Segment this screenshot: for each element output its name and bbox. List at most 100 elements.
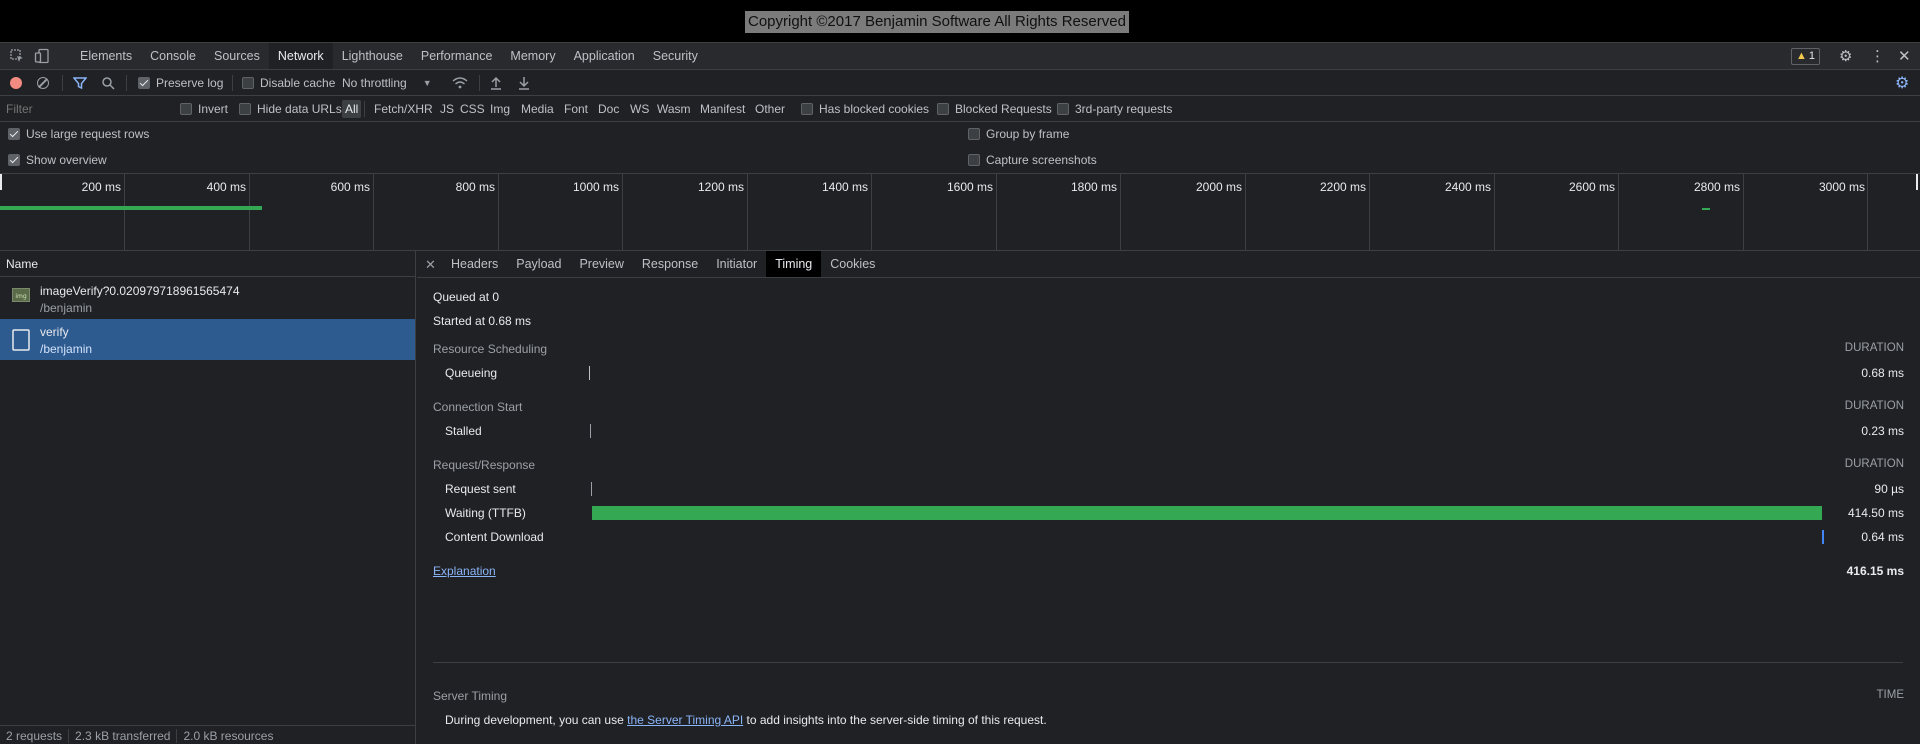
tab-memory[interactable]: Memory bbox=[501, 43, 564, 69]
warning-icon: ▲ bbox=[1796, 50, 1807, 62]
tab-sources[interactable]: Sources bbox=[205, 43, 269, 69]
invert-checkbox[interactable]: Invert bbox=[180, 96, 228, 122]
blocked-requests-checkbox[interactable]: Blocked Requests bbox=[937, 96, 1052, 122]
tab-cookies[interactable]: Cookies bbox=[821, 251, 884, 277]
wifi-icon bbox=[452, 77, 468, 89]
network-overview[interactable]: 200 ms 400 ms 600 ms 800 ms 1000 ms 1200… bbox=[0, 174, 1920, 251]
queued-at: Queued at 0 bbox=[433, 290, 500, 304]
transferred-size: 2.3 kB transferred bbox=[69, 728, 178, 743]
disable-cache-checkbox[interactable]: Disable cache bbox=[242, 70, 335, 96]
tab-headers[interactable]: Headers bbox=[442, 251, 507, 277]
issues-badge[interactable]: ▲ 1 bbox=[1791, 48, 1821, 65]
tab-network[interactable]: Network bbox=[268, 43, 333, 69]
request-row-selected[interactable]: verify /benjamin bbox=[0, 319, 415, 360]
network-settings-button[interactable]: ⚙ bbox=[1895, 70, 1909, 96]
request-path: /benjamin bbox=[40, 301, 93, 315]
request-sent-bar bbox=[591, 482, 592, 496]
detail-tabs: Headers Payload Preview Response Initiat… bbox=[442, 251, 884, 277]
blocked-requests-check bbox=[937, 103, 949, 115]
total-duration: 416.15 ms bbox=[1846, 564, 1904, 578]
filter-type-js[interactable]: JS bbox=[437, 100, 457, 118]
server-timing-text-before: During development, you can use bbox=[445, 713, 624, 727]
overview-gridline bbox=[373, 174, 374, 251]
tab-payload[interactable]: Payload bbox=[507, 251, 570, 277]
more-options-icon[interactable]: ⋮ bbox=[1870, 47, 1885, 65]
filter-type-img[interactable]: Img bbox=[487, 100, 513, 118]
import-har-button[interactable] bbox=[490, 70, 502, 96]
settings-gear-icon[interactable]: ⚙ bbox=[1839, 47, 1852, 65]
document-file-icon bbox=[12, 329, 30, 354]
waiting-ttfb-bar bbox=[592, 506, 1822, 520]
explanation-link[interactable]: Explanation bbox=[433, 564, 496, 578]
export-har-button[interactable] bbox=[518, 70, 530, 96]
tab-security[interactable]: Security bbox=[644, 43, 707, 69]
clear-icon bbox=[37, 77, 49, 89]
main-tab-bar: Elements Console Sources Network Lightho… bbox=[0, 43, 1920, 70]
image-file-icon: img bbox=[12, 288, 30, 305]
filter-type-media[interactable]: Media bbox=[518, 100, 557, 118]
filter-toggle-button[interactable] bbox=[73, 70, 87, 96]
hide-data-urls-checkbox[interactable]: Hide data URLs bbox=[239, 96, 342, 122]
search-icon bbox=[102, 77, 115, 90]
request-list: Name img imageVerify?0.02097971896156547… bbox=[0, 251, 416, 744]
overview-gridline bbox=[1369, 174, 1370, 251]
filter-type-all[interactable]: All bbox=[342, 100, 362, 118]
tab-performance[interactable]: Performance bbox=[412, 43, 502, 69]
connection-start-heading: Connection Start bbox=[433, 400, 523, 414]
filter-type-doc[interactable]: Doc bbox=[595, 100, 622, 118]
tab-application[interactable]: Application bbox=[565, 43, 644, 69]
show-overview-checkbox[interactable]: Show overview bbox=[8, 153, 107, 167]
content-download-label: Content Download bbox=[445, 530, 544, 544]
name-column-header[interactable]: Name bbox=[0, 251, 415, 277]
third-party-checkbox[interactable]: 3rd-party requests bbox=[1057, 96, 1172, 122]
overview-gridline bbox=[996, 174, 997, 251]
disable-cache-check bbox=[242, 77, 254, 89]
network-conditions-button[interactable] bbox=[452, 70, 468, 96]
request-detail-panel: ✕ Headers Payload Preview Response Initi… bbox=[417, 251, 1920, 744]
inspect-element-icon[interactable] bbox=[9, 48, 25, 64]
tab-initiator[interactable]: Initiator bbox=[707, 251, 766, 277]
filter-input[interactable] bbox=[0, 99, 166, 119]
tab-console[interactable]: Console bbox=[141, 43, 205, 69]
group-by-frame-checkbox[interactable]: Group by frame bbox=[968, 127, 1069, 141]
overview-gridline bbox=[1618, 174, 1619, 251]
filter-type-wasm[interactable]: Wasm bbox=[654, 100, 694, 118]
overview-gridline bbox=[871, 174, 872, 251]
close-detail-icon[interactable]: ✕ bbox=[425, 257, 436, 273]
filter-type-other[interactable]: Other bbox=[752, 100, 788, 118]
overview-tick-label: 200 ms bbox=[81, 180, 121, 194]
capture-screenshots-checkbox[interactable]: Capture screenshots bbox=[968, 153, 1097, 167]
clear-button[interactable] bbox=[37, 70, 49, 96]
preserve-log-checkbox[interactable]: Preserve log bbox=[138, 70, 223, 96]
filter-type-fetch-xhr[interactable]: Fetch/XHR bbox=[371, 100, 436, 118]
close-devtools-icon[interactable]: ✕ bbox=[1898, 47, 1911, 65]
hide-data-urls-label: Hide data URLs bbox=[257, 102, 342, 116]
toolbar-divider bbox=[62, 75, 63, 91]
device-toolbar-icon[interactable] bbox=[34, 48, 50, 64]
overview-gridline bbox=[498, 174, 499, 251]
tab-timing[interactable]: Timing bbox=[766, 251, 822, 277]
filter-type-css[interactable]: CSS bbox=[457, 100, 488, 118]
resources-size: 2.0 kB resources bbox=[183, 728, 274, 743]
record-button[interactable] bbox=[10, 70, 22, 96]
overview-window-right-handle[interactable] bbox=[1916, 174, 1918, 190]
overview-gridline bbox=[1494, 174, 1495, 251]
search-button[interactable] bbox=[101, 70, 115, 96]
tab-elements[interactable]: Elements bbox=[71, 43, 141, 69]
preserve-log-label: Preserve log bbox=[156, 76, 224, 90]
filter-type-manifest[interactable]: Manifest bbox=[697, 100, 748, 118]
tab-lighthouse[interactable]: Lighthouse bbox=[333, 43, 412, 69]
throttling-select[interactable]: No throttling ▼ bbox=[342, 70, 432, 96]
tab-response[interactable]: Response bbox=[633, 251, 707, 277]
has-blocked-cookies-checkbox[interactable]: Has blocked cookies bbox=[801, 96, 929, 122]
request-row[interactable]: img imageVerify?0.020979718961565474 /be… bbox=[0, 278, 415, 319]
filter-type-font[interactable]: Font bbox=[561, 100, 591, 118]
filter-type-ws[interactable]: WS bbox=[627, 100, 652, 118]
tab-preview[interactable]: Preview bbox=[570, 251, 632, 277]
large-rows-checkbox[interactable]: Use large request rows bbox=[8, 127, 149, 141]
overview-window-left-handle[interactable] bbox=[0, 174, 2, 190]
has-blocked-cookies-label: Has blocked cookies bbox=[819, 102, 930, 116]
invert-check bbox=[180, 103, 192, 115]
dropdown-arrow-icon: ▼ bbox=[422, 78, 432, 88]
server-timing-api-link[interactable]: the Server Timing API bbox=[627, 713, 743, 727]
